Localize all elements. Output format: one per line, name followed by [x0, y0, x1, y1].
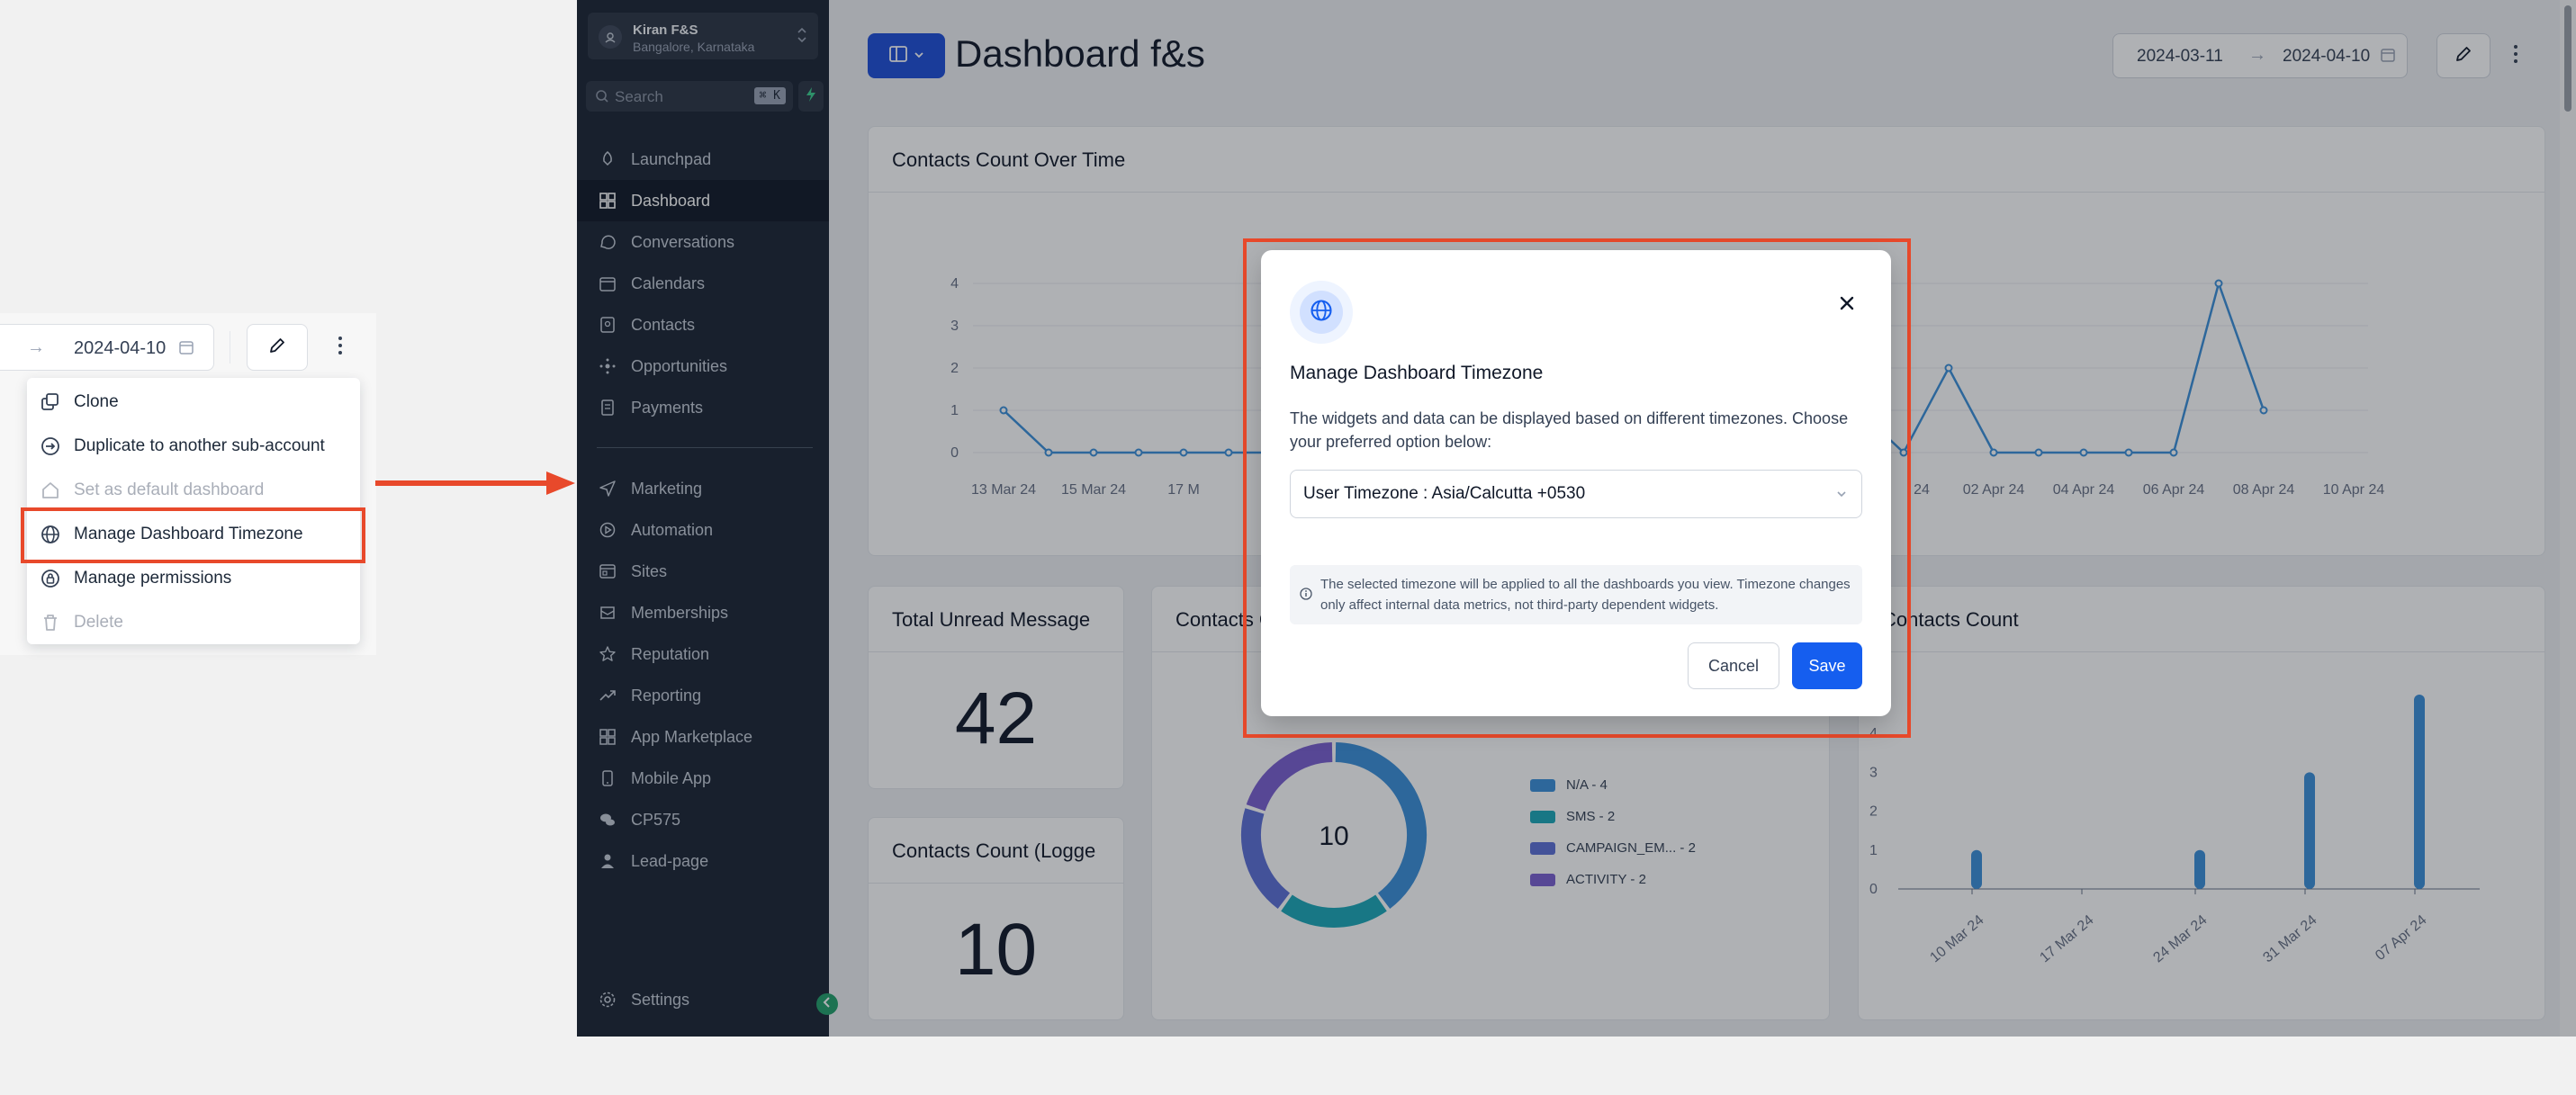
menu-item-duplicate[interactable]: Duplicate to another sub-account	[27, 424, 360, 468]
more-options-button[interactable]	[329, 335, 351, 360]
highlight-box	[21, 507, 365, 563]
menu-item-label: Delete	[74, 612, 123, 632]
cancel-button[interactable]: Cancel	[1688, 642, 1779, 689]
home-icon	[38, 478, 63, 503]
menu-item-label: Manage permissions	[74, 568, 232, 588]
info-icon	[1299, 587, 1313, 606]
modal-description: The widgets and data can be displayed ba…	[1290, 409, 1849, 451]
mini-date-to: 2024-04-10	[74, 338, 167, 358]
globe-icon	[1309, 298, 1334, 328]
timezone-select-value: User Timezone : Asia/Calcutta +0530	[1303, 484, 1586, 503]
close-icon	[1838, 294, 1856, 317]
app-window: Kiran F&S Bangalore, Karnataka Search ⌘ …	[577, 0, 2576, 1037]
menu-item-label: Set as default dashboard	[74, 480, 265, 499]
globe-badge	[1290, 281, 1353, 344]
arrow-right-icon: →	[27, 337, 45, 357]
menu-item-clone[interactable]: Clone	[27, 380, 360, 424]
trash-icon	[38, 610, 63, 635]
clone-icon	[38, 390, 63, 415]
kebab-icon	[338, 336, 343, 360]
timezone-note: The selected timezone will be applied to…	[1290, 565, 1862, 624]
note-text: The selected timezone will be applied to…	[1320, 577, 1851, 613]
modal-title: Manage Dashboard Timezone	[1290, 363, 1544, 383]
timezone-select[interactable]: User Timezone : Asia/Calcutta +0530	[1290, 470, 1862, 518]
menu-item-set-default[interactable]: Set as default dashboard	[27, 468, 360, 512]
save-button[interactable]: Save	[1792, 642, 1862, 689]
chevron-down-icon	[1834, 487, 1849, 506]
lock-icon	[38, 566, 63, 591]
calendar-icon	[178, 339, 194, 360]
context-menu-callout: → 2024-04-10 Clone Duplicate to another …	[0, 313, 376, 655]
mini-toolbar: → 2024-04-10	[0, 324, 376, 371]
edit-dashboard-button[interactable]	[247, 324, 308, 371]
timezone-modal: Manage Dashboard Timezone The widgets an…	[1261, 250, 1891, 716]
duplicate-icon	[38, 434, 63, 459]
close-button[interactable]	[1833, 292, 1860, 319]
pencil-icon	[267, 336, 287, 360]
menu-item-delete[interactable]: Delete	[27, 600, 360, 644]
callout-arrow	[375, 470, 579, 501]
menu-item-label: Duplicate to another sub-account	[74, 435, 325, 455]
mini-date-range[interactable]: → 2024-04-10	[0, 324, 214, 371]
menu-item-label: Clone	[74, 391, 119, 411]
